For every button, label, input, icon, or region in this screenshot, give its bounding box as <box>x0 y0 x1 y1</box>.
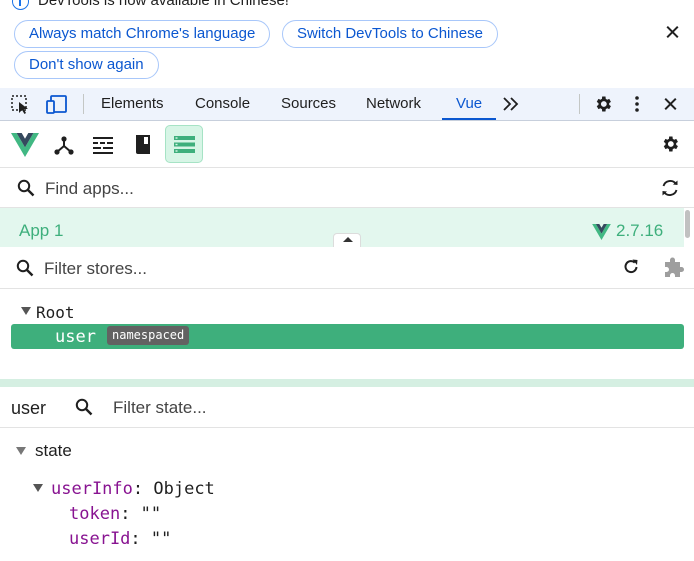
expand-root-icon[interactable] <box>21 307 31 315</box>
state-key: token <box>69 504 121 524</box>
state-value: "" <box>150 529 172 549</box>
apps-scrollbar[interactable] <box>685 210 690 238</box>
namespaced-badge: namespaced <box>107 326 190 345</box>
toolbar-divider <box>83 94 84 114</box>
switch-to-chinese-button[interactable]: Switch DevTools to Chinese <box>282 20 498 48</box>
vuex-store-tool-button[interactable] <box>165 125 203 163</box>
always-match-language-button[interactable]: Always match Chrome's language <box>14 20 271 48</box>
toolbar-divider <box>579 94 580 114</box>
panel-splitter[interactable] <box>0 379 694 387</box>
vue-version: 2.7.16 <box>616 221 664 240</box>
tab-elements[interactable]: Elements <box>101 88 164 120</box>
filter-stores-input[interactable] <box>44 258 604 280</box>
state-object-type: Object <box>153 479 215 499</box>
filter-stores-bar <box>0 247 694 289</box>
filter-state-input[interactable] <box>113 397 613 419</box>
vue-version-logo-icon <box>592 224 611 240</box>
tab-vue[interactable]: Vue <box>441 88 497 120</box>
more-tabs-icon[interactable] <box>502 97 520 111</box>
search-icon <box>16 259 34 277</box>
vue-settings-gear-icon[interactable] <box>660 134 680 154</box>
find-apps-bar <box>0 168 694 208</box>
more-options-icon[interactable] <box>633 95 641 113</box>
find-apps-input[interactable] <box>45 178 605 200</box>
tab-network[interactable]: Network <box>366 88 421 120</box>
expand-state-icon[interactable] <box>16 447 26 455</box>
expand-userinfo-icon[interactable] <box>33 484 43 492</box>
vue-logo-icon[interactable] <box>11 133 39 157</box>
refresh-stores-icon[interactable] <box>622 258 640 276</box>
state-colon: : <box>130 529 151 549</box>
inspected-store-name: user <box>11 398 47 418</box>
tree-root-label[interactable]: Root <box>36 303 75 322</box>
state-section-label[interactable]: state <box>35 441 72 461</box>
close-icon[interactable] <box>662 22 684 44</box>
state-field-row[interactable]: userId: "" <box>69 529 171 549</box>
state-key: userId <box>69 529 131 549</box>
puzzle-piece-icon[interactable] <box>662 257 684 279</box>
language-infobar: DevTools is now available in Chinese! Al… <box>0 0 694 88</box>
search-icon <box>17 179 35 197</box>
tab-console[interactable]: Console <box>195 88 250 120</box>
tab-sources[interactable]: Sources <box>281 88 336 120</box>
state-object-row[interactable]: userInfo: Object <box>51 479 215 499</box>
state-colon: : <box>120 504 141 524</box>
settings-gear-icon[interactable] <box>593 94 613 114</box>
device-toolbar-icon[interactable] <box>46 95 68 114</box>
close-devtools-icon[interactable] <box>660 94 682 116</box>
infobar-message: DevTools is now available in Chinese! <box>38 0 289 9</box>
dont-show-again-button[interactable]: Don't show again <box>14 51 159 79</box>
state-inspector-header: user <box>0 387 694 428</box>
timeline-icon[interactable] <box>93 136 113 154</box>
info-icon <box>12 0 29 10</box>
vuex-list-icon <box>174 136 195 153</box>
state-colon: : <box>132 479 154 499</box>
state-key: userInfo <box>51 479 133 499</box>
devtools-tab-bar: Elements Console Sources Network Vue <box>0 88 694 121</box>
routes-book-icon[interactable] <box>134 134 152 155</box>
state-value: "" <box>140 504 162 524</box>
vue-devtools-toolbar <box>0 121 694 168</box>
state-field-row[interactable]: token: "" <box>69 504 161 524</box>
app-name: App 1 <box>19 221 64 240</box>
store-item-user[interactable]: user namespaced <box>11 324 684 349</box>
store-tree: Root user namespaced <box>0 289 694 379</box>
state-tree: state userInfo: Object token: "" userId:… <box>0 428 694 561</box>
components-tree-icon[interactable] <box>53 134 75 156</box>
collapse-apps-handle[interactable] <box>333 233 361 247</box>
store-item-label: user <box>55 327 96 347</box>
inspect-element-icon[interactable] <box>11 95 32 114</box>
refresh-apps-icon[interactable] <box>660 179 680 197</box>
search-icon <box>75 398 93 416</box>
